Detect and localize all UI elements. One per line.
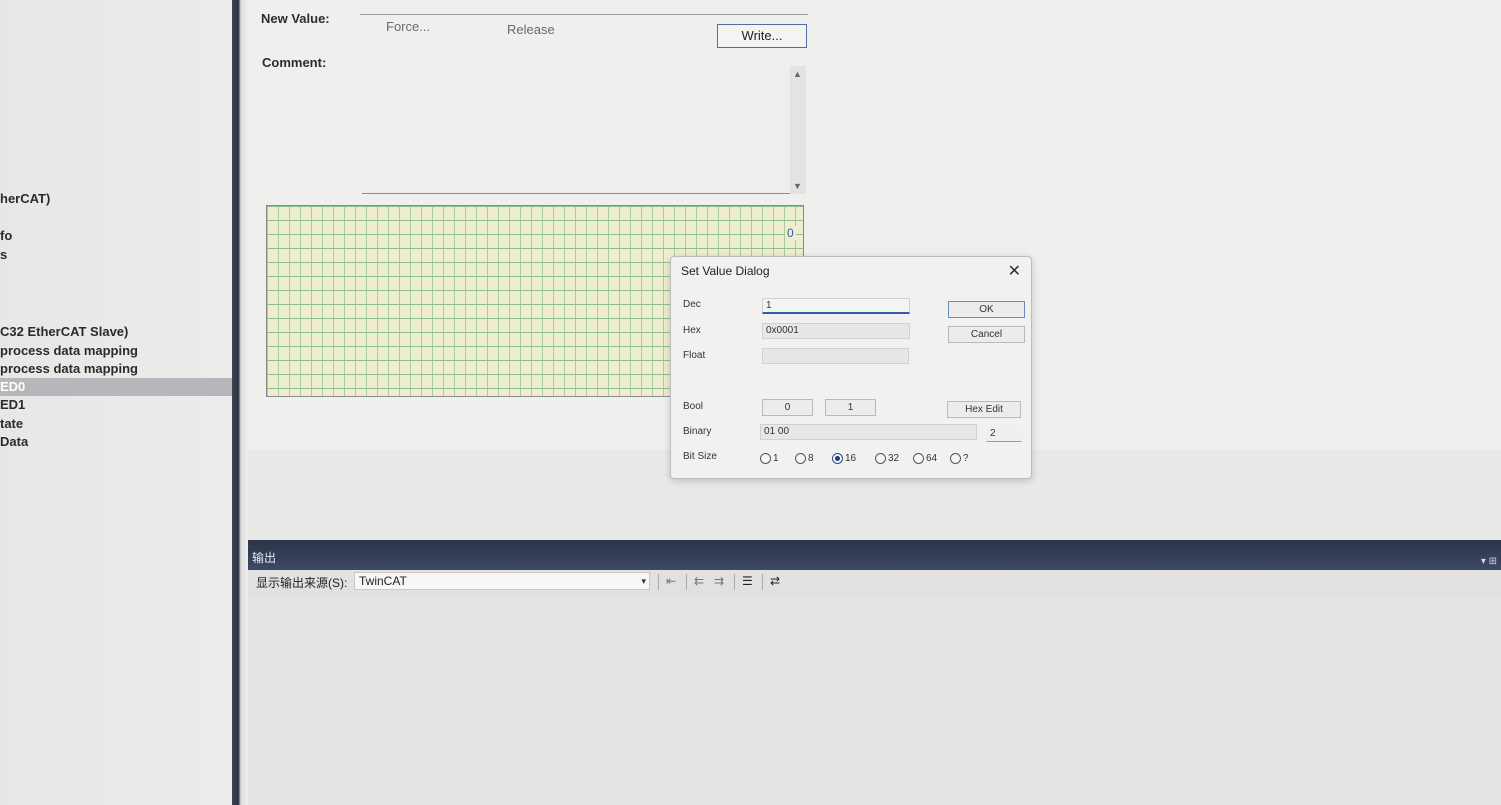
tree-item[interactable]: ED1 — [0, 396, 236, 414]
bitsize-radio-8[interactable]: 8 — [795, 453, 814, 464]
radio-icon — [795, 453, 806, 464]
bool-false-button[interactable]: 0 — [762, 399, 813, 416]
bitsize-option-label: 1 — [773, 453, 779, 464]
hex-label: Hex — [683, 325, 701, 336]
comment-label: Comment: — [262, 55, 327, 70]
float-label: Float — [683, 350, 706, 361]
clear-all-icon[interactable]: ☰ — [742, 574, 753, 588]
tree-item[interactable]: tate — [0, 415, 236, 433]
bitsize-radio-16[interactable]: 16 — [832, 453, 856, 464]
panel-splitter[interactable] — [232, 0, 248, 805]
bitsize-radio-64[interactable]: 64 — [913, 453, 937, 464]
bitsize-option-label: 16 — [845, 453, 857, 464]
set-value-dialog: Set Value Dialog ✕ Dec 1 OK Hex 0x0001 C… — [670, 256, 1032, 479]
toolbar-separator — [686, 574, 687, 590]
radio-icon — [875, 453, 886, 464]
output-text-area[interactable] — [248, 596, 1501, 805]
word-wrap-icon[interactable]: ⇄ — [770, 574, 780, 588]
bitsize-label: Bit Size — [683, 451, 717, 462]
write-button[interactable]: Write... — [717, 24, 807, 48]
chevron-down-icon: ▾ — [641, 576, 646, 586]
panel-options-icon[interactable]: ▾ ⊞ — [1481, 556, 1497, 567]
grid-value-label: 0 — [785, 226, 796, 240]
find-message-icon[interactable]: ⇤ — [666, 574, 676, 588]
output-source-select[interactable]: TwinCAT ▾ — [354, 572, 650, 590]
binary-input[interactable]: 01 00 — [760, 424, 977, 440]
ok-button[interactable]: OK — [948, 301, 1025, 318]
previous-message-icon[interactable]: ⇇ — [694, 574, 704, 588]
tree-item[interactable]: herCAT) — [0, 190, 236, 208]
tree-item[interactable]: Data — [0, 433, 236, 451]
scroll-down-icon[interactable]: ▼ — [793, 181, 802, 191]
binary-label: Binary — [683, 426, 712, 437]
toolbar-separator — [658, 574, 659, 590]
toolbar-separator — [762, 574, 763, 590]
dialog-title: Set Value Dialog — [681, 264, 770, 278]
radio-icon — [913, 453, 924, 464]
radio-icon — [950, 453, 961, 464]
bitsize-option-label: ? — [963, 453, 969, 464]
release-button[interactable]: Release — [507, 22, 555, 37]
new-value-label: New Value: — [261, 11, 330, 26]
dec-label: Dec — [683, 299, 701, 310]
tree-item[interactable]: process data mapping — [0, 342, 236, 360]
solution-tree-panel: herCAT) fo s C32 EtherCAT Slave) process… — [0, 0, 236, 805]
tree-item[interactable]: fo — [0, 227, 236, 245]
hex-edit-button[interactable]: Hex Edit — [947, 401, 1021, 418]
bitsize-radio-unknown[interactable]: ? — [950, 453, 969, 464]
float-input[interactable] — [762, 348, 909, 364]
value-field-underline — [360, 14, 808, 15]
toolbar-separator — [734, 574, 735, 590]
scroll-up-icon[interactable]: ▲ — [793, 69, 802, 79]
hex-input[interactable]: 0x0001 — [762, 323, 910, 339]
binary-size-input[interactable]: 2 — [986, 426, 1022, 442]
bitsize-option-label: 8 — [808, 453, 814, 464]
comment-textarea[interactable]: ▲ ▼ — [362, 66, 806, 194]
output-source-value: TwinCAT — [359, 574, 407, 588]
bool-true-button[interactable]: 1 — [825, 399, 876, 416]
comment-scrollbar[interactable]: ▲ ▼ — [790, 66, 806, 194]
dec-input[interactable]: 1 — [762, 298, 910, 314]
next-message-icon[interactable]: ⇉ — [714, 574, 724, 588]
tree-item[interactable]: process data mapping — [0, 360, 236, 378]
close-icon[interactable]: ✕ — [1008, 261, 1021, 281]
radio-icon — [760, 453, 771, 464]
output-toolbar: 显示输出来源(S): TwinCAT ▾ ⇤ ⇇ ⇉ ☰ ⇄ — [248, 570, 1501, 596]
cancel-button[interactable]: Cancel — [948, 326, 1025, 343]
tree-item-selected[interactable]: ED0 — [0, 378, 236, 396]
tree-item[interactable]: C32 EtherCAT Slave) — [0, 323, 236, 341]
bitsize-option-label: 32 — [888, 453, 900, 464]
force-button[interactable]: Force... — [386, 19, 430, 34]
output-source-label: 显示输出来源(S): — [256, 576, 348, 590]
output-panel-titlebar: 输出 ▾ ⊞ — [248, 540, 1501, 570]
radio-selected-icon — [832, 453, 843, 464]
bitsize-radio-1[interactable]: 1 — [760, 453, 779, 464]
output-panel-title: 输出 — [252, 551, 277, 565]
bitsize-radio-32[interactable]: 32 — [875, 453, 899, 464]
bitsize-option-label: 64 — [926, 453, 938, 464]
bool-label: Bool — [683, 401, 704, 412]
tree-item[interactable]: s — [0, 246, 236, 264]
